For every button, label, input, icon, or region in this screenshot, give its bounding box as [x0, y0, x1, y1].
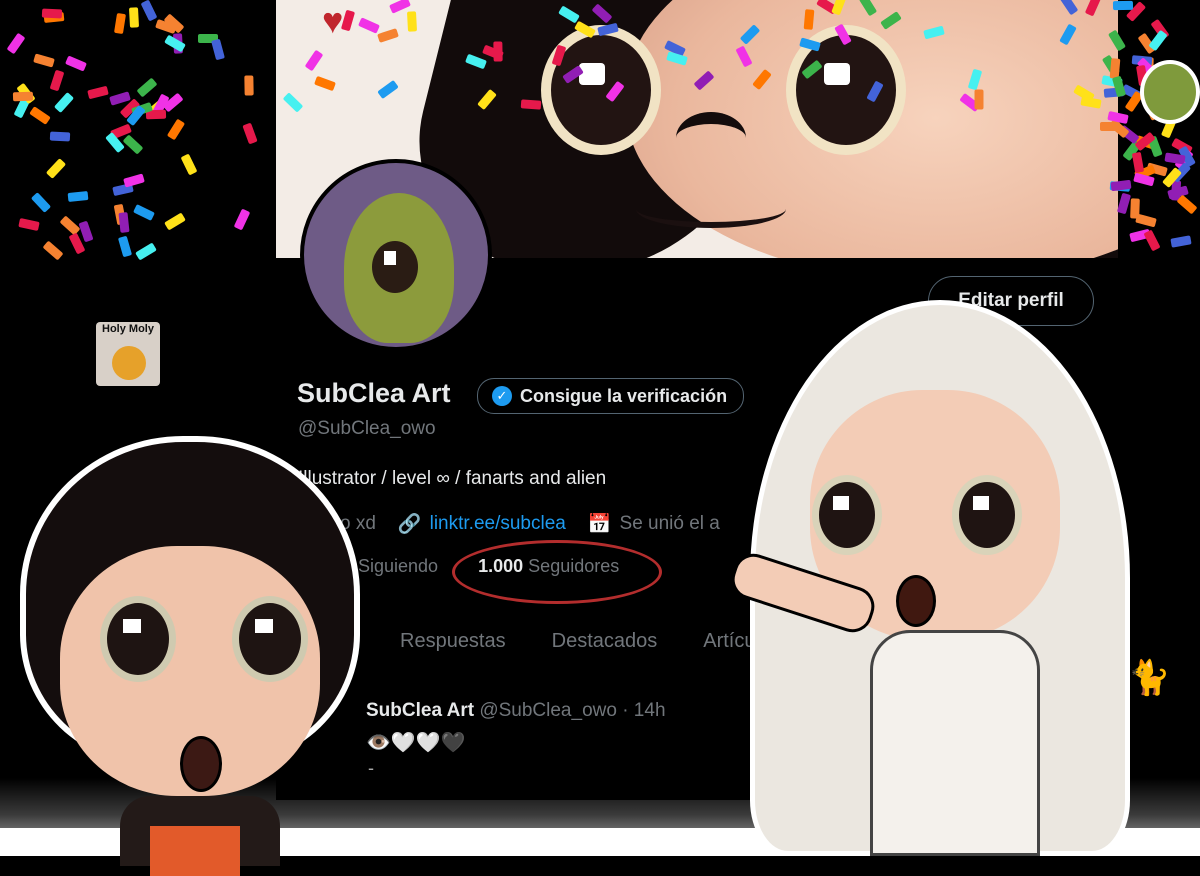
- confetti-piece: [1116, 192, 1131, 215]
- char-right-dress: [870, 630, 1040, 856]
- char-left-eye-left: [100, 596, 176, 682]
- confetti-piece: [180, 153, 198, 176]
- confetti-piece: [244, 75, 254, 96]
- banner-mouth: [636, 190, 786, 228]
- shocked-face-icon: [112, 346, 146, 380]
- confetti-piece: [67, 190, 88, 202]
- profile-meta-row: o xd 🔗 linktr.ee/subclea 📅 Se unió el a: [340, 512, 720, 536]
- profile-name: SubClea Art: [297, 378, 451, 408]
- char-right-mouth: [896, 575, 936, 627]
- confetti-piece: [135, 242, 158, 261]
- confetti-piece: [521, 99, 542, 110]
- profile-tabs: Respuestas Destacados Artículo: [400, 630, 771, 653]
- tweet-body: 👁️🤍🤍🖤: [366, 732, 466, 754]
- confetti-piece: [117, 235, 132, 258]
- avatar-alien-eye: [372, 241, 418, 293]
- confetti-piece: [49, 69, 64, 92]
- confetti-piece: [114, 12, 127, 34]
- holy-moly-text: Holy Moly: [102, 323, 154, 335]
- confetti-piece: [233, 208, 251, 231]
- confetti-piece: [53, 92, 74, 114]
- confetti-piece: [45, 158, 67, 180]
- char-left-mouth: [180, 736, 222, 792]
- holy-moly-sticker: Holy Moly: [96, 322, 160, 386]
- green-alien-sticker: [1140, 60, 1200, 124]
- profile-avatar[interactable]: [300, 159, 492, 351]
- banner-nose: [676, 112, 746, 164]
- confetti-piece: [41, 8, 63, 19]
- confetti-piece: [1176, 194, 1198, 215]
- confetti-piece: [31, 192, 52, 214]
- tweet-author[interactable]: SubClea Art: [366, 700, 474, 721]
- confetti-piece: [1143, 229, 1161, 252]
- character-white-hair: [726, 300, 1200, 856]
- confetti-piece: [12, 91, 34, 102]
- tweet-meta: @SubClea_owo · 14h: [479, 700, 666, 721]
- confetti-piece: [29, 106, 51, 125]
- confetti-piece: [164, 212, 186, 231]
- link-icon: 🔗: [397, 514, 422, 535]
- confetti-piece: [78, 220, 94, 243]
- confetti-piece: [210, 38, 225, 60]
- confetti-piece: [406, 11, 417, 32]
- profile-joined: Se unió el a: [619, 513, 720, 534]
- confetti-piece: [140, 0, 158, 22]
- char-left-eye-right: [232, 596, 308, 682]
- confetti-piece: [1130, 198, 1140, 219]
- confetti-piece: [974, 89, 984, 110]
- verified-check-icon: ✓: [492, 386, 512, 406]
- confetti-piece: [1131, 151, 1144, 173]
- confetti-piece: [128, 7, 139, 28]
- confetti-piece: [1148, 29, 1168, 52]
- highlight-circle: [452, 540, 662, 604]
- confetti-piece: [166, 118, 185, 141]
- get-verified-button[interactable]: ✓ Consigue la verificación: [477, 378, 745, 414]
- confetti-piece: [122, 134, 143, 155]
- confetti-piece: [118, 212, 130, 233]
- tab-respuestas[interactable]: Respuestas: [400, 630, 506, 653]
- char-right-eye-left: [812, 475, 882, 555]
- calendar-icon: 📅: [587, 514, 612, 535]
- confetti-piece: [6, 32, 26, 54]
- confetti-piece: [1113, 0, 1134, 10]
- confetti-piece: [133, 203, 156, 221]
- confetti-piece: [242, 122, 258, 145]
- confetti-piece: [1133, 172, 1156, 187]
- character-dark-hair: [0, 436, 372, 876]
- profile-link[interactable]: linktr.ee/subclea: [430, 513, 566, 535]
- tab-destacados[interactable]: Destacados: [552, 630, 658, 653]
- confetti-piece: [1170, 235, 1192, 248]
- confetti-piece: [65, 55, 87, 72]
- get-verified-label: Consigue la verificación: [520, 385, 728, 406]
- confetti-piece: [49, 131, 71, 142]
- tweet-header: SubClea Art @SubClea_owo · 14h: [366, 700, 666, 722]
- confetti-piece: [87, 85, 109, 99]
- confetti-piece: [803, 8, 815, 30]
- char-right-eye-right: [952, 475, 1022, 555]
- confetti-piece: [18, 218, 40, 232]
- heart-icon: ♥: [322, 0, 344, 41]
- confetti-piece: [33, 53, 55, 68]
- confetti-piece: [42, 240, 64, 261]
- char-left-chest: [150, 826, 240, 876]
- confetti-piece: [136, 77, 158, 98]
- confetti-piece: [123, 173, 146, 188]
